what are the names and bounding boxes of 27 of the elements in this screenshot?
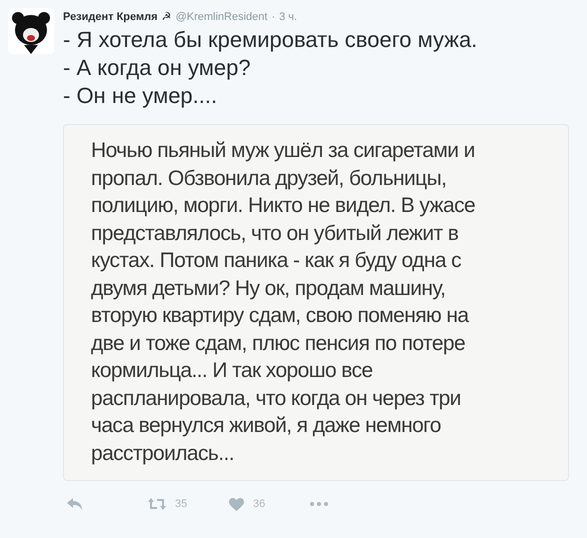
- author-handle[interactable]: @KremlinResident: [176, 10, 268, 24]
- name-symbol-label: ☭: [162, 10, 172, 24]
- image-text-line: пропал. Обзвонила друзей, больницы,: [91, 166, 448, 192]
- tweet-text-line: - Я хотела бы кремировать своего мужа.: [63, 26, 478, 54]
- like-button[interactable]: 36: [229, 493, 310, 515]
- avatar-icon[interactable]: [8, 8, 54, 54]
- image-text-line: часа вернулся живой, я даже немного: [91, 413, 442, 439]
- image-text-line: полицию, морги. Никто не видел. В ужасе: [91, 193, 476, 219]
- tweet-text-line: - Он не умер....: [63, 82, 218, 110]
- image-text-line: распланировала, что когда он через три: [91, 386, 462, 412]
- reply-icon: [67, 498, 83, 510]
- separator-dot: ·: [271, 10, 276, 24]
- image-text-line: две и тоже сдам, плюс пенсия по потере: [91, 330, 466, 356]
- author-name[interactable]: Резидент Кремля: [63, 10, 158, 24]
- more-icon: [310, 502, 328, 506]
- image-text-line: Ночью пьяный муж ушёл за сигаретами и: [91, 138, 476, 164]
- image-text-line: кустах. Потом паника - как я буду одна с: [91, 248, 462, 274]
- tweet-text-line: - А когда он умер?: [63, 54, 252, 82]
- image-text-line: вторую квартиру сдам, свою поменяю на: [91, 303, 470, 329]
- heart-icon: [229, 498, 244, 510]
- image-text-line: расстроилась...: [91, 440, 235, 466]
- retweet-icon: [148, 498, 166, 510]
- image-text-line: кормильца... И так хорошо все: [91, 358, 374, 384]
- image-text-line: двумя детьми? Ну ок, продам машину,: [91, 276, 446, 302]
- retweet-button[interactable]: 35: [148, 493, 229, 515]
- tweet-time[interactable]: 3 ч.: [279, 10, 298, 24]
- image-text-line: представлялось, что он убитый лежит в: [91, 220, 460, 246]
